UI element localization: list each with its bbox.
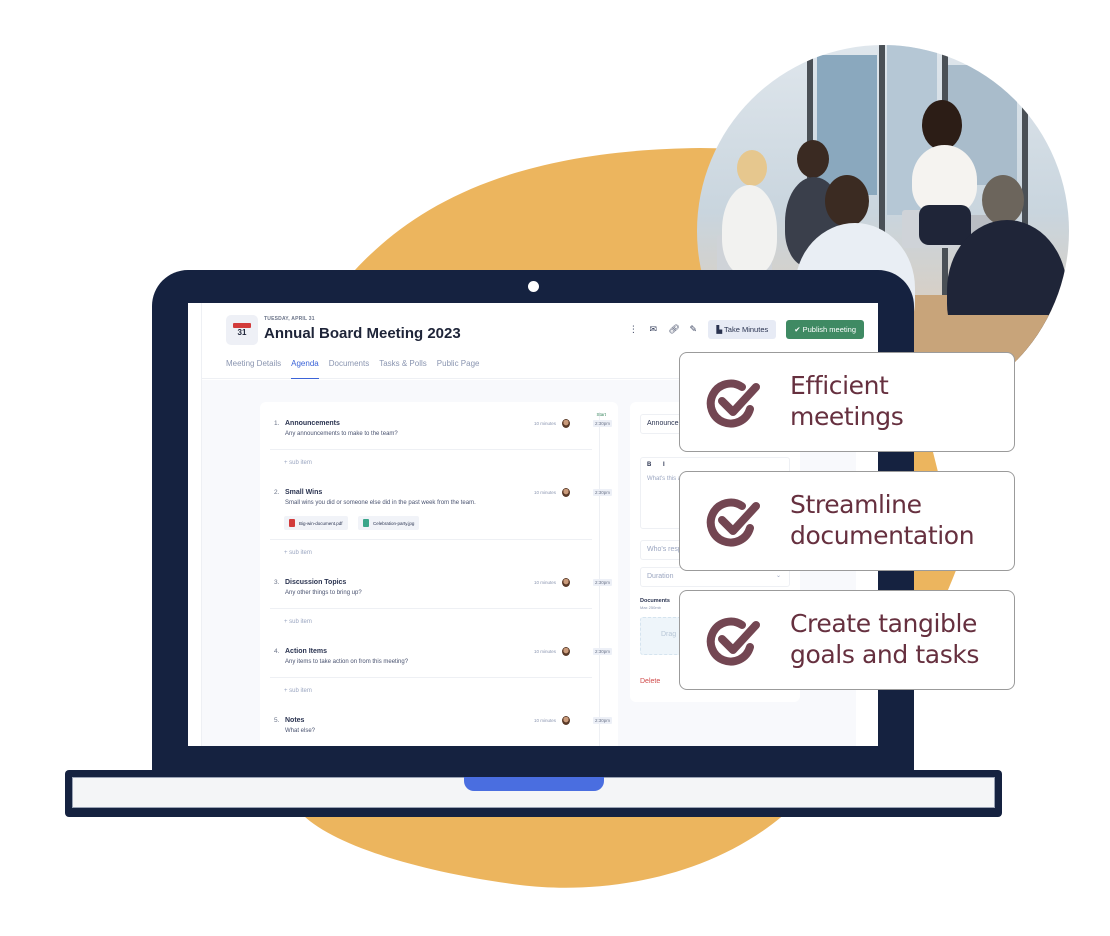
pdf-file-icon bbox=[289, 519, 295, 527]
agenda-item-duration: 10 minutes bbox=[533, 421, 556, 426]
chevron-down-icon: ⌄ bbox=[775, 573, 781, 579]
agenda-item-title: Discussion Topics bbox=[285, 579, 347, 586]
formatting-toolbar[interactable]: B I bbox=[647, 462, 670, 468]
add-subitem-button[interactable]: + sub item bbox=[284, 550, 312, 556]
agenda-item-title: Notes bbox=[285, 717, 305, 724]
tab-public-page[interactable]: Public Page bbox=[437, 359, 480, 379]
image-file-icon bbox=[363, 519, 369, 527]
tab-meeting-details[interactable]: Meeting Details bbox=[226, 359, 281, 379]
feature-card-efficient-meetings: Efficient meetings bbox=[679, 352, 1015, 452]
agenda-item-description: Small wins you did or someone else did i… bbox=[285, 500, 476, 506]
check-circle-icon bbox=[706, 379, 760, 428]
agenda-item-time: 2:30pm bbox=[592, 717, 612, 724]
agenda-item-description: Any items to take action on from this me… bbox=[285, 659, 409, 665]
divider bbox=[270, 539, 592, 540]
agenda-item-title: Announcements bbox=[285, 420, 340, 427]
tab-agenda[interactable]: Agenda bbox=[291, 359, 319, 379]
document-edit-icon: ▙ bbox=[716, 325, 723, 334]
agenda-item-description: What else? bbox=[285, 728, 316, 734]
attachment-pdf[interactable]: Big-win-document.pdf bbox=[284, 516, 348, 530]
pencil-icon[interactable]: ✎ bbox=[688, 324, 698, 335]
page-title: Annual Board Meeting 2023 bbox=[264, 325, 461, 342]
header-toolbar: ⋮ ✉ 🔗︎ ✎ ▙ Take Minutes ✔ Publish meetin… bbox=[628, 320, 864, 339]
agenda-item-duration: 10 minutes bbox=[533, 649, 556, 654]
divider bbox=[270, 677, 592, 678]
avatar[interactable] bbox=[562, 578, 570, 587]
divider bbox=[270, 449, 592, 450]
take-minutes-button[interactable]: ▙ Take Minutes bbox=[708, 320, 777, 339]
check-badge-icon: ✔ bbox=[794, 325, 801, 334]
avatar[interactable] bbox=[562, 647, 570, 656]
agenda-item-time: 2:30pm bbox=[592, 648, 612, 655]
agenda-item-title: Small Wins bbox=[285, 489, 323, 496]
agenda-item-time: 2:30pm bbox=[592, 420, 612, 427]
start-label: Start bbox=[596, 412, 606, 417]
agenda-item-description: Any other things to bring up? bbox=[285, 590, 362, 596]
laptop-trackpad-notch bbox=[464, 777, 604, 791]
documents-max-size: Max 250mb bbox=[640, 605, 661, 610]
tab-documents[interactable]: Documents bbox=[329, 359, 369, 379]
documents-label: Documents bbox=[640, 598, 670, 604]
agenda-item-duration: 10 minutes bbox=[533, 718, 556, 723]
more-vertical-icon[interactable]: ⋮ bbox=[628, 324, 638, 335]
meeting-date: TUESDAY, APRIL 31 bbox=[264, 316, 315, 322]
agenda-item-description: Any announcements to make to the team? bbox=[285, 431, 398, 437]
attachment-image[interactable]: Celebration-party.jpg bbox=[358, 516, 420, 530]
agenda-item-time: 2:30pm bbox=[592, 489, 612, 496]
check-circle-icon bbox=[706, 617, 760, 666]
add-subitem-button[interactable]: + sub item bbox=[284, 688, 312, 694]
delete-button[interactable]: Delete bbox=[640, 678, 660, 685]
tab-tasks-polls[interactable]: Tasks & Polls bbox=[379, 359, 427, 379]
add-subitem-button[interactable]: + sub item bbox=[284, 619, 312, 625]
feature-card-tangible-goals: Create tangible goals and tasks bbox=[679, 590, 1015, 690]
agenda-item-duration: 10 minutes bbox=[533, 580, 556, 585]
mail-icon[interactable]: ✉ bbox=[648, 324, 658, 335]
check-circle-icon bbox=[706, 498, 760, 547]
meeting-tabs: Meeting Details Agenda Documents Tasks &… bbox=[226, 359, 479, 379]
avatar[interactable] bbox=[562, 419, 570, 428]
laptop-camera bbox=[528, 281, 539, 292]
agenda-item-title: Action Items bbox=[285, 648, 328, 655]
add-subitem-button[interactable]: + sub item bbox=[284, 460, 312, 466]
publish-meeting-button[interactable]: ✔ Publish meeting bbox=[786, 320, 864, 339]
agenda-item-duration: 10 minutes bbox=[533, 490, 556, 495]
avatar[interactable] bbox=[562, 716, 570, 725]
avatar[interactable] bbox=[562, 488, 570, 497]
agenda-list: 1. Announcements Any announcements to ma… bbox=[260, 402, 618, 746]
agenda-item-time: 2:30pm bbox=[592, 579, 612, 586]
calendar-icon: 31 bbox=[226, 315, 258, 345]
sidebar-strip bbox=[188, 303, 202, 746]
divider bbox=[270, 608, 592, 609]
link-icon[interactable]: 🔗︎ bbox=[668, 324, 679, 335]
feature-card-streamline-documentation: Streamline documentation bbox=[679, 471, 1015, 571]
